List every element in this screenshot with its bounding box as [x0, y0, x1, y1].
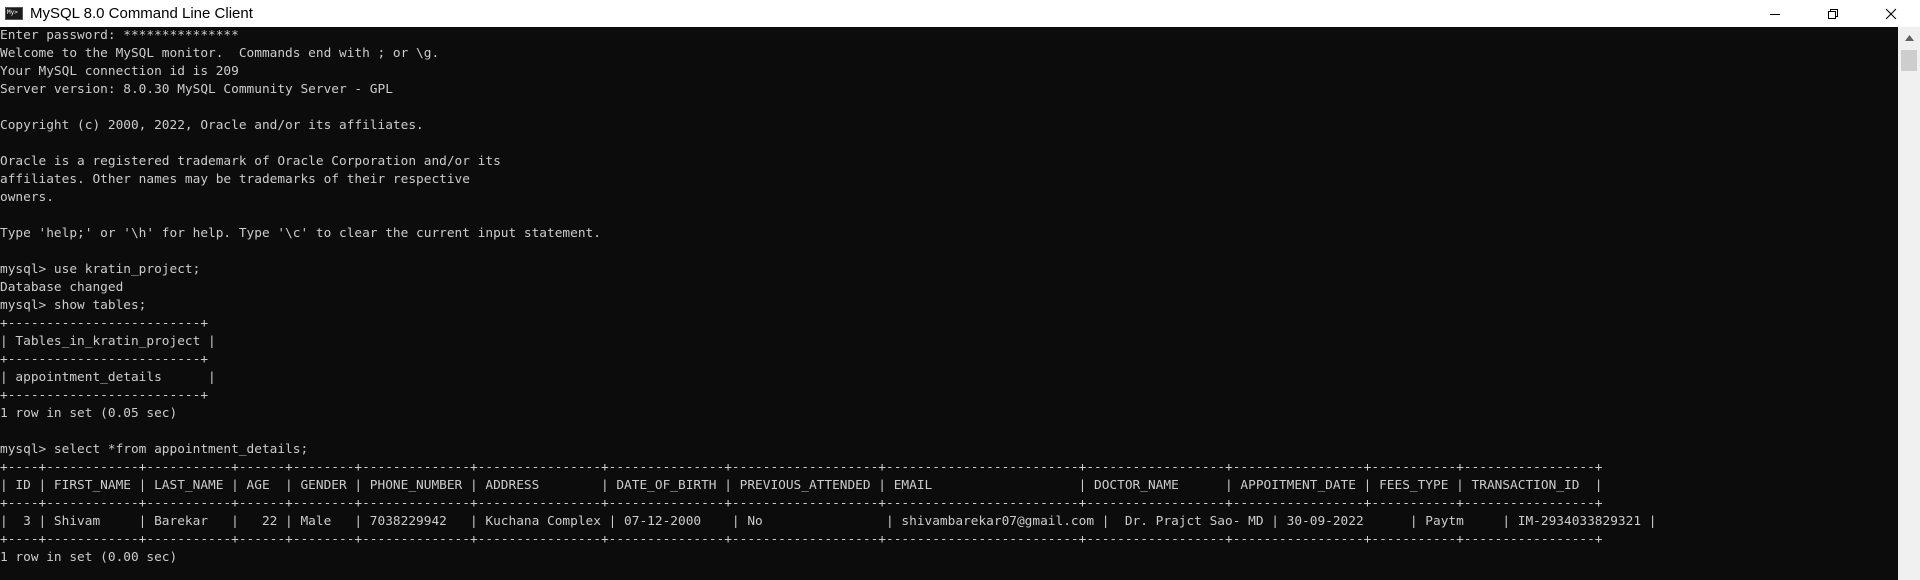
terminal-line: 1 row in set (0.05 sec) — [0, 406, 178, 421]
terminal-line: owners. — [0, 190, 54, 205]
terminal-line: +-------------------------+ — [0, 388, 209, 403]
window-title: MySQL 8.0 Command Line Client — [30, 5, 253, 22]
terminal-line: Your MySQL connection id is 209 — [0, 64, 239, 79]
close-button[interactable] — [1862, 0, 1920, 27]
title-bar[interactable]: My> MySQL 8.0 Command Line Client — [0, 0, 1920, 27]
console-window: My> MySQL 8.0 Command Line Client Enter … — [0, 0, 1920, 580]
terminal-line: | 3 | Shivam | Barekar | 22 | Male | 703… — [0, 514, 1657, 529]
terminal-line: mysql> select *from appointment_details; — [0, 442, 309, 457]
terminal-line: | ID | FIRST_NAME | LAST_NAME | AGE | GE… — [0, 478, 1603, 493]
terminal-line: +-------------------------+ — [0, 352, 209, 367]
terminal-line: +----+------------+-----------+------+--… — [0, 460, 1603, 475]
terminal-line: Type 'help;' or '\h' for help. Type '\c'… — [0, 226, 601, 241]
terminal-line: affiliates. Other names may be trademark… — [0, 172, 470, 187]
window-controls — [1746, 0, 1920, 27]
terminal-line: Welcome to the MySQL monitor. Commands e… — [0, 46, 440, 61]
scroll-up-button[interactable] — [1898, 27, 1920, 49]
terminal-line: Copyright (c) 2000, 2022, Oracle and/or … — [0, 118, 424, 133]
scroll-thumb[interactable] — [1901, 50, 1917, 71]
terminal-line: | Tables_in_kratin_project | — [0, 334, 216, 349]
terminal-line: +-------------------------+ — [0, 316, 209, 331]
chevron-up-icon — [1904, 35, 1914, 41]
app-icon-label: My> — [7, 9, 18, 16]
terminal-output[interactable]: Enter password: *************** Welcome … — [0, 27, 1898, 580]
terminal-line: Enter password: *************** — [0, 28, 239, 43]
close-icon — [1885, 8, 1897, 19]
terminal-line: Oracle is a registered trademark of Orac… — [0, 154, 501, 169]
mysql-console-icon[interactable]: My> — [5, 7, 23, 20]
terminal-line: Database changed — [0, 280, 124, 295]
terminal-line: +----+------------+-----------+------+--… — [0, 496, 1603, 511]
terminal-line: +----+------------+-----------+------+--… — [0, 532, 1603, 547]
restore-icon — [1828, 8, 1838, 19]
terminal-line: 1 row in set (0.00 sec) — [0, 550, 178, 565]
terminal-line: Server version: 8.0.30 MySQL Community S… — [0, 82, 393, 97]
restore-button[interactable] — [1804, 0, 1862, 27]
terminal-line: | appointment_details | — [0, 370, 216, 385]
terminal-line: mysql> show tables; — [0, 298, 147, 313]
vertical-scrollbar[interactable] — [1898, 27, 1920, 580]
minimize-button[interactable] — [1746, 0, 1804, 27]
minimize-icon — [1770, 13, 1780, 15]
terminal-line: mysql> use kratin_project; — [0, 262, 201, 277]
